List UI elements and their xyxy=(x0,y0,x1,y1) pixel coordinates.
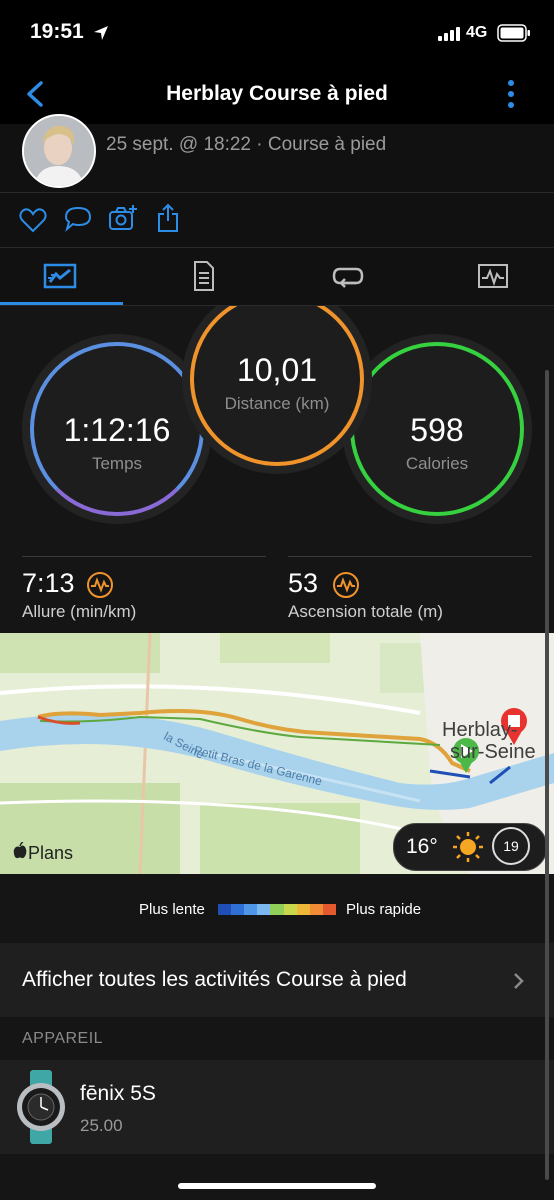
legend-segment xyxy=(309,904,323,915)
legend-segment xyxy=(296,904,310,915)
nav-header: Herblay Course à pied xyxy=(0,66,554,124)
activity-tabs xyxy=(0,248,554,306)
details-document-icon xyxy=(194,261,214,291)
route-map[interactable]: la Seine Petit Bras de la Garenne Herbla… xyxy=(0,633,554,874)
share-icon[interactable] xyxy=(156,203,180,233)
legend-segment xyxy=(218,904,232,915)
like-heart-icon[interactable] xyxy=(19,207,47,233)
ascent-label: Ascension totale (m) xyxy=(288,602,443,621)
apple-logo-icon xyxy=(13,842,27,859)
pace-value: 7:13 xyxy=(22,568,75,598)
device-version: 25.00 xyxy=(80,1116,123,1135)
legend-segment xyxy=(244,904,258,915)
charts-graph-icon xyxy=(478,264,508,288)
add-photo-icon[interactable] xyxy=(108,203,138,233)
metric-divider-right xyxy=(288,556,532,557)
stat-calories-value: 598 xyxy=(410,412,464,448)
town-label-line2: sur-Seine xyxy=(450,741,536,763)
metric-divider-left xyxy=(22,556,266,557)
scrollbar[interactable] xyxy=(545,370,549,1180)
device-row[interactable]: fēnix 5S 25.00 xyxy=(0,1060,554,1154)
device-name: fēnix 5S xyxy=(80,1082,156,1105)
tab-overview[interactable] xyxy=(0,248,138,305)
tab-details[interactable] xyxy=(138,248,276,305)
weather-widget[interactable]: 16° 19 xyxy=(393,823,547,871)
weather-temperature: 16° xyxy=(406,835,438,858)
social-actions-row xyxy=(0,193,554,248)
legend-segment xyxy=(231,904,245,915)
chevron-right-icon xyxy=(514,973,524,989)
more-options-icon[interactable] xyxy=(504,79,518,109)
stat-time-value: 1:12:16 xyxy=(63,412,171,448)
watch-icon xyxy=(17,1070,65,1144)
stat-distance-value: 10,01 xyxy=(236,352,318,388)
avatar[interactable] xyxy=(22,114,96,188)
town-label-line1: Herblay- xyxy=(442,719,518,741)
status-bar: 19:51 4G xyxy=(0,0,554,66)
stat-calories-label: Calories xyxy=(405,454,469,473)
active-tab-indicator xyxy=(0,302,123,305)
tab-laps[interactable] xyxy=(277,248,415,305)
sun-icon xyxy=(453,832,483,862)
all-activities-label: Afficher toutes les activités Course à p… xyxy=(22,968,407,991)
pace-pulse-icon[interactable] xyxy=(86,571,114,599)
location-arrow-icon xyxy=(94,26,108,40)
legend-segment xyxy=(283,904,297,915)
ascent-value: 53 xyxy=(288,568,319,598)
legend-segment xyxy=(270,904,284,915)
legend-fast-label: Plus rapide xyxy=(346,901,422,918)
battery-icon xyxy=(497,24,530,42)
laps-loop-icon xyxy=(332,267,364,288)
pace-color-legend xyxy=(218,904,336,915)
overview-chart-icon xyxy=(43,263,77,289)
comment-bubble-icon[interactable] xyxy=(64,205,92,233)
activity-date-type: 25 sept. @ 18:22 · Course à pied xyxy=(106,134,387,155)
tab-charts[interactable] xyxy=(415,248,553,305)
stat-distance-label: Distance (km) xyxy=(224,394,330,413)
legend-segment xyxy=(257,904,271,915)
wind-speed: 19 xyxy=(503,838,519,854)
stat-time-label: Temps xyxy=(91,454,143,473)
device-section-title: APPAREIL xyxy=(22,1030,104,1047)
all-activities-link[interactable]: Afficher toutes les activités Course à p… xyxy=(0,943,554,1017)
legend-slow-label: Plus lente xyxy=(139,901,205,918)
network-type: 4G xyxy=(466,24,488,41)
ascent-pulse-icon[interactable] xyxy=(332,571,360,599)
activity-owner-row: 25 sept. @ 18:22 · Course à pied xyxy=(0,114,554,193)
page-title: Herblay Course à pied xyxy=(166,82,388,105)
status-time: 19:51 xyxy=(30,20,84,43)
cellular-signal-icon xyxy=(438,27,460,41)
map-attribution: Plans xyxy=(28,843,74,863)
wind-indicator: 19 xyxy=(492,827,530,865)
legend-segment xyxy=(322,904,336,915)
home-indicator[interactable] xyxy=(178,1183,376,1189)
pace-label: Allure (min/km) xyxy=(22,602,137,621)
